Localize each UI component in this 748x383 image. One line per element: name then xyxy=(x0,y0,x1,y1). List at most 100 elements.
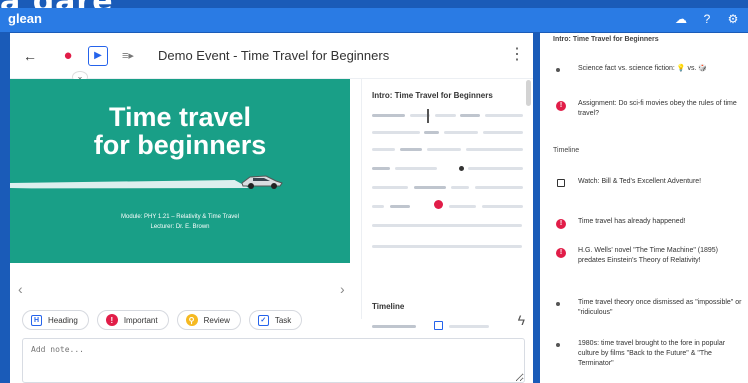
slide-module: Module: PHY 1.21 – Relativity & Time Tra… xyxy=(121,214,239,220)
important-label: Important xyxy=(123,315,158,325)
outline-line xyxy=(414,186,446,189)
outline-line xyxy=(444,131,478,134)
important-icon: ! xyxy=(556,248,566,258)
note-text: Assignment: Do sci-fi movies obey the ru… xyxy=(578,100,737,117)
notes-panel: Intro: Time Travel for Beginners Science… xyxy=(540,33,748,383)
slide-title: Time travel for beginners xyxy=(80,103,280,159)
outline-line xyxy=(372,167,390,170)
outline-line xyxy=(395,167,437,170)
slide-title-line-1: Time travel xyxy=(108,102,252,132)
note-list-item[interactable]: Science fact vs. science fiction: 💡 vs. … xyxy=(556,64,744,74)
recording-toolbar: ← ● ▶ ≡▸ Demo Event - Time Travel for Be… xyxy=(10,33,533,79)
play-icon[interactable]: ▶ xyxy=(88,45,108,66)
outline-line xyxy=(372,131,420,134)
notes-section-title: Intro: Time Travel for Beginners xyxy=(553,36,659,43)
app-top-bar: glean ☁ ? ⚙ xyxy=(0,8,748,32)
outline-line xyxy=(449,325,489,328)
heading-button[interactable]: H Heading xyxy=(22,310,89,330)
previous-slide-button[interactable]: ‹ xyxy=(18,281,23,297)
outline-line xyxy=(372,325,416,328)
timeline-section-label: Timeline xyxy=(553,147,580,154)
task-icon: ✓ xyxy=(257,314,269,326)
heading-label: Heading xyxy=(48,315,78,325)
current-slide[interactable]: Time travel for beginners Module: PHY 1.… xyxy=(10,79,350,263)
note-list-item[interactable]: Watch: Bill & Ted's Excellent Adventure! xyxy=(556,177,744,187)
speed-trail-graphic xyxy=(10,180,249,189)
note-list-item[interactable]: ! H.G. Wells' novel "The Time Machine" (… xyxy=(556,246,744,266)
outline-line xyxy=(427,148,461,151)
important-icon: ! xyxy=(105,314,118,326)
note-text: Watch: Bill & Ted's Excellent Adventure! xyxy=(578,178,702,185)
slide-lecturer: Lecturer: Dr. E. Brown xyxy=(150,224,210,230)
note-list-item[interactable]: 1980s: time travel brought to the fore i… xyxy=(556,339,744,369)
outline-line xyxy=(372,224,522,227)
outline-line xyxy=(400,148,422,151)
outline-line xyxy=(372,245,522,248)
outline-line xyxy=(449,205,476,208)
outline-line xyxy=(372,114,405,117)
note-text: H.G. Wells' novel "The Time Machine" (18… xyxy=(578,247,719,264)
background-header-text: a dare xyxy=(0,0,114,19)
skip-icon[interactable]: ≡▸ xyxy=(116,44,140,68)
recording-workspace: ← ● ▶ ≡▸ Demo Event - Time Travel for Be… xyxy=(10,33,533,383)
settings-icon[interactable]: ⚙ xyxy=(724,10,742,28)
slide-title-line-2: for beginners xyxy=(93,130,267,160)
event-title: Demo Event - Time Travel for Beginners xyxy=(158,48,390,63)
note-input[interactable] xyxy=(22,338,525,383)
review-label: Review xyxy=(203,315,230,325)
outline-heading: Intro: Time Travel for Beginners xyxy=(372,91,493,100)
task-label: Task xyxy=(274,315,292,325)
outline-line xyxy=(475,186,523,189)
outline-line xyxy=(460,114,480,117)
note-text: 1980s: time travel brought to the fore i… xyxy=(578,340,726,367)
lightning-icon[interactable]: ϟ xyxy=(518,312,525,328)
task-marker-icon[interactable] xyxy=(434,321,443,330)
outline-line xyxy=(466,148,523,151)
outline-line xyxy=(372,148,395,151)
heading-icon: H xyxy=(31,314,42,326)
outline-line xyxy=(372,186,408,189)
next-slide-button[interactable]: › xyxy=(340,281,345,297)
timeline-heading: Timeline xyxy=(372,302,405,311)
outline-line xyxy=(424,131,439,134)
help-icon[interactable]: ? xyxy=(698,10,716,28)
note-list-item[interactable]: ! Time travel has already happened! xyxy=(556,217,744,229)
outline-line xyxy=(372,205,384,208)
note-text: Time travel theory once dismissed as "im… xyxy=(578,299,742,316)
back-arrow-icon[interactable]: ← xyxy=(18,44,42,68)
car-illustration xyxy=(241,175,283,189)
slide-preview: Time travel for beginners Module: PHY 1.… xyxy=(10,79,360,299)
outline-line xyxy=(451,186,469,189)
transcript-outline: Intro: Time Travel for Beginners Timelin… xyxy=(361,79,533,330)
playback-cursor xyxy=(427,109,429,123)
glean-logo[interactable]: glean xyxy=(8,11,42,26)
outline-line xyxy=(483,131,523,134)
outline-line xyxy=(485,114,523,117)
more-vertical-icon[interactable]: ⋮ xyxy=(509,44,525,64)
outline-line xyxy=(435,114,456,117)
timeline-marker xyxy=(459,166,464,171)
microphone-icon[interactable]: ● xyxy=(56,44,80,68)
bullet-icon xyxy=(556,68,560,72)
important-icon: ! xyxy=(556,219,566,229)
note-list-item[interactable]: ! Assignment: Do sci-fi movies obey the … xyxy=(556,99,744,119)
outline-scrollbar[interactable] xyxy=(526,80,531,106)
outline-line xyxy=(390,205,410,208)
task-icon xyxy=(557,179,565,187)
review-button[interactable]: ⚲ Review xyxy=(176,310,241,330)
note-text: Science fact vs. science fiction: 💡 vs. … xyxy=(578,65,708,72)
important-marker[interactable] xyxy=(434,200,443,209)
top-actions: ☁ ? ⚙ xyxy=(672,10,742,28)
important-icon: ! xyxy=(556,101,566,111)
bullet-icon xyxy=(556,343,560,347)
important-button[interactable]: ! Important xyxy=(96,310,169,330)
outline-line xyxy=(468,167,523,170)
annotation-buttons: H Heading ! Important ⚲ Review ✓ Task xyxy=(10,310,303,338)
task-button[interactable]: ✓ Task xyxy=(248,310,303,330)
bullet-icon xyxy=(556,302,560,306)
review-icon: ⚲ xyxy=(185,314,198,326)
note-text: Time travel has already happened! xyxy=(578,218,686,225)
note-list-item[interactable]: Time travel theory once dismissed as "im… xyxy=(556,298,744,318)
outline-line xyxy=(482,205,523,208)
cloud-icon[interactable]: ☁ xyxy=(672,10,690,28)
